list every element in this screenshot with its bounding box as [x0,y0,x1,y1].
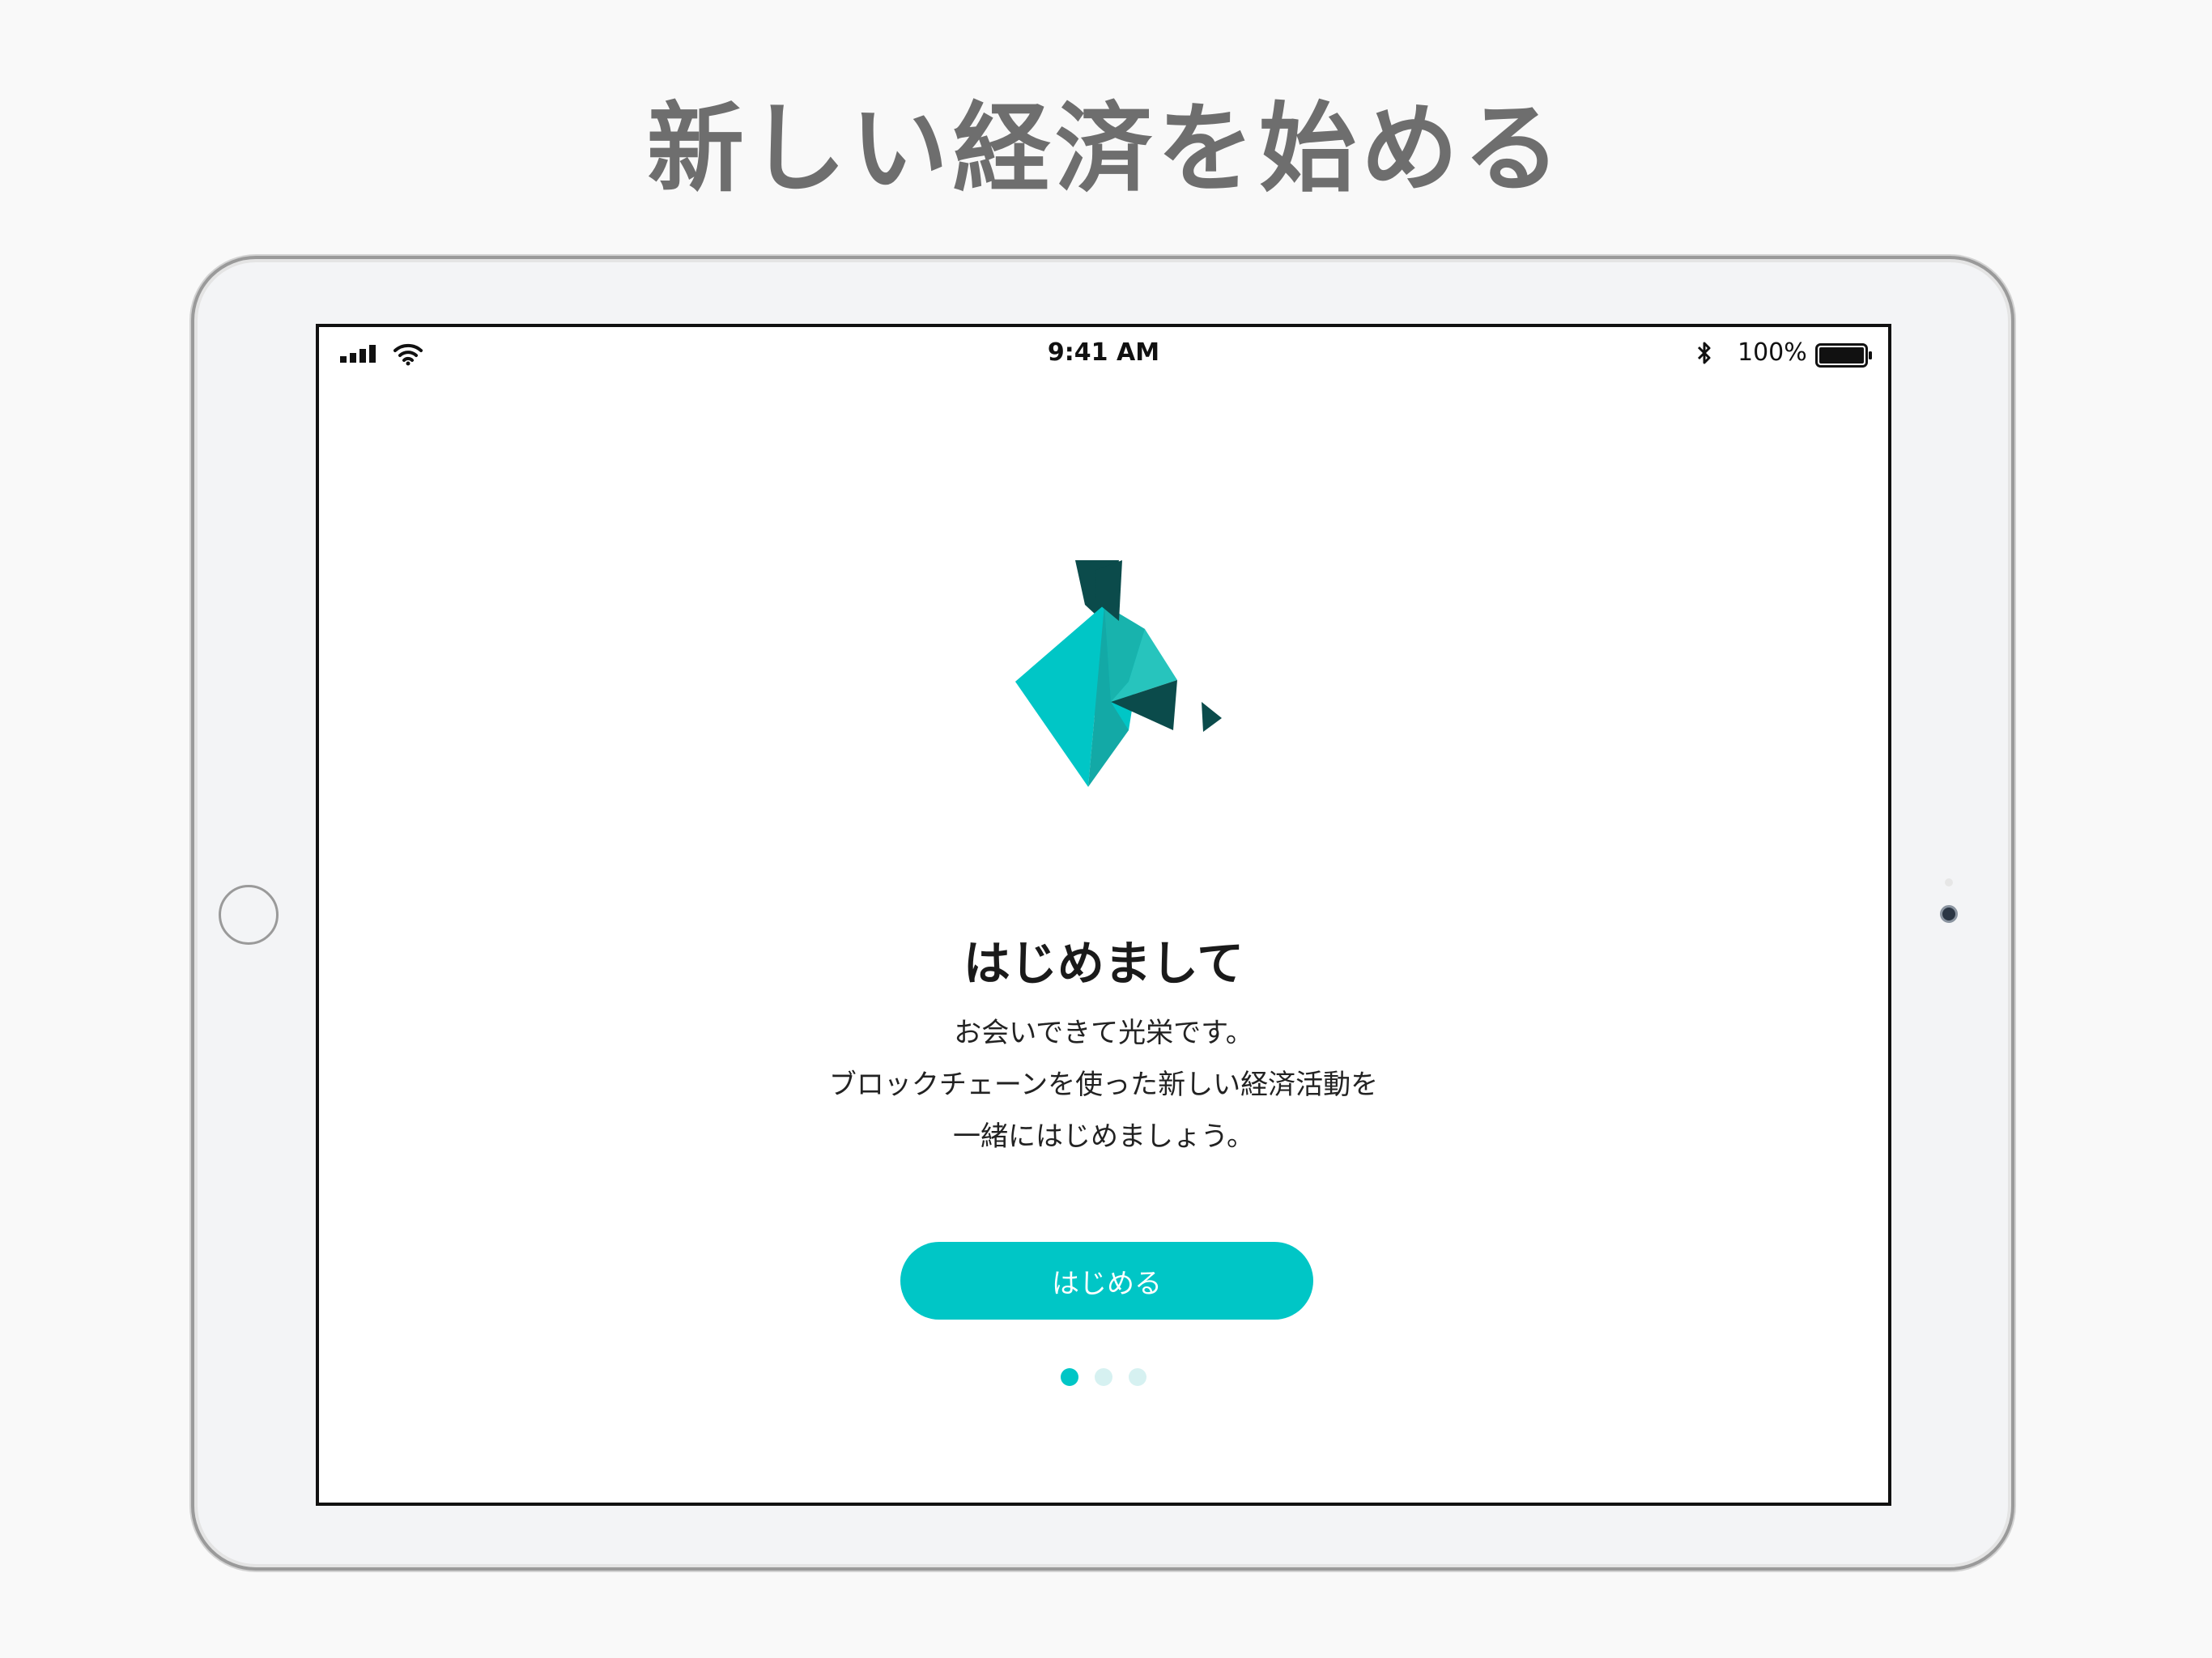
battery-percent: 100% [1738,338,1807,367]
onboarding-title: はじめまして [963,936,1244,991]
device-screen: 9:41 AM 100% はじめまして お会いできて光栄です。 ブロックチェーン… [316,324,1891,1506]
home-button[interactable] [219,885,279,945]
front-camera [1940,905,1958,923]
page-dot-1[interactable] [1061,1368,1078,1386]
description-line: ブロックチェーンを使った新しい経済活動を [828,1069,1379,1101]
start-button[interactable]: はじめる [900,1242,1313,1320]
status-bar: 9:41 AM 100% [319,327,1888,376]
page-headline: 新しい経済を始める [647,93,1565,206]
bluetooth-icon [1697,342,1711,364]
sensor-dot [1945,878,1953,886]
page-indicator[interactable] [319,1368,1888,1386]
page-dot-2[interactable] [1095,1368,1112,1386]
app-logo-icon [1015,560,1222,787]
status-time: 9:41 AM [1047,338,1160,367]
battery-icon [1815,343,1872,368]
description-line: お会いできて光栄です。 [954,1017,1253,1049]
onboarding-description: お会いできて光栄です。 ブロックチェーンを使った新しい経済活動を 一緒にはじめま… [319,1007,1888,1163]
description-line: 一緒にはじめましょう。 [953,1120,1254,1153]
page-dot-3[interactable] [1129,1368,1146,1386]
